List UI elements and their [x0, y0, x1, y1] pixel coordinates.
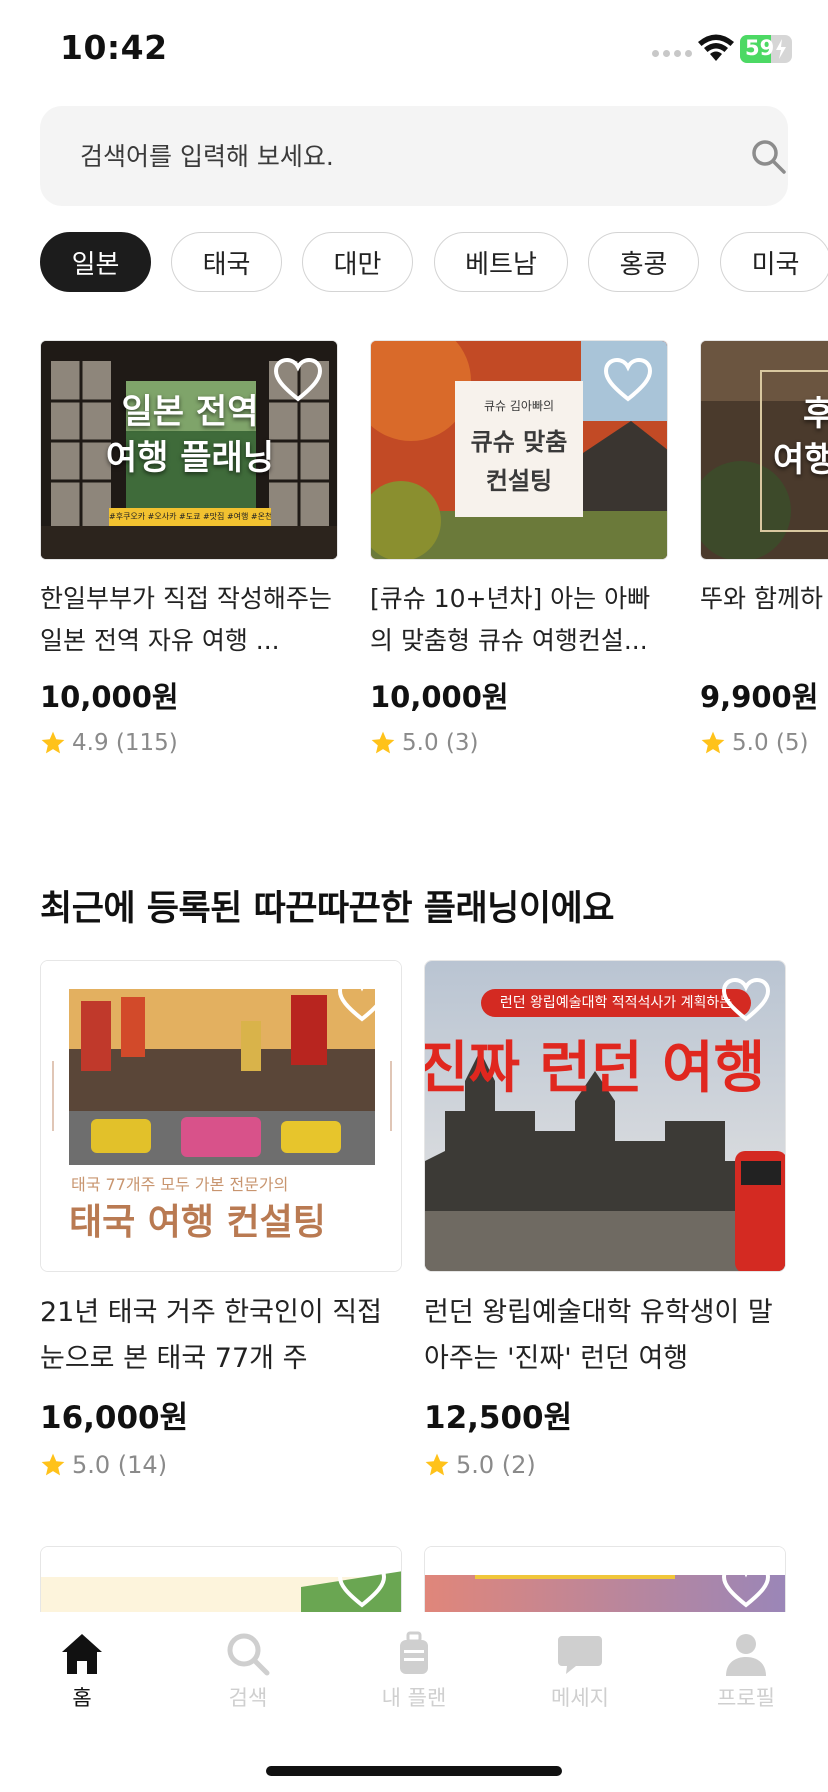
product-price: 10,000원: [370, 680, 509, 714]
thumbnail-title-line: 여행: [773, 440, 828, 480]
search-icon: [227, 1633, 270, 1676]
product-card[interactable]: [424, 1546, 786, 1616]
cellular-signal-icon: [652, 50, 692, 57]
product-price: 9,900원: [700, 680, 819, 714]
product-card[interactable]: 태국 77개주 모두 가본 전문가의 태국 여행 컨설팅 21년 태국 거주 한…: [40, 960, 402, 1479]
chip-taiwan[interactable]: 대만: [302, 232, 413, 292]
product-title: 뚜와 함께하 유여행 계획: [700, 584, 828, 613]
star-icon: [41, 731, 65, 754]
product-price: 12,500원: [424, 1400, 573, 1436]
tab-label: 프로필: [717, 1686, 775, 1710]
thumbnail-subtitle: 큐슈 김아빠의: [483, 399, 555, 413]
product-thumbnail: [40, 1546, 402, 1616]
tab-my-plan[interactable]: 내 플랜: [354, 1630, 474, 1720]
heart-icon[interactable]: [337, 977, 387, 1023]
search-icon[interactable]: [750, 138, 788, 176]
section-title: 최근에 등록된 따끈따끈한 플래닝이에요: [40, 889, 614, 929]
product-card[interactable]: 후 여행 뚜와 함께하 유여행 계획 9,900원 5.0 (5): [700, 340, 828, 756]
product-price: 16,000원: [40, 1400, 189, 1436]
product-thumbnail: 후 여행: [700, 340, 828, 560]
thumbnail-tags: #후쿠오카 #오사카 #도쿄 #맛집 #여행 #온천: [109, 508, 271, 526]
star-icon: [41, 1453, 65, 1476]
message-icon: [558, 1636, 602, 1674]
heart-icon[interactable]: [273, 357, 323, 403]
product-title: 21년 태국 거주 한국인이 직접 눈으로 본 태국 77개 주: [40, 1297, 382, 1374]
rating-value: 5.0 (5): [732, 730, 809, 756]
product-rating: 5.0 (14): [40, 1451, 402, 1479]
product-thumbnail: [424, 1546, 786, 1616]
rating-value: 5.0 (2): [456, 1451, 536, 1479]
product-title: 한일부부가 직접 작성해주는 일본 전역 자유 여행 ...: [40, 584, 332, 655]
product-rating: 5.0 (3): [370, 730, 668, 756]
product-thumbnail: 런던 왕립예술대학 적적석사가 계획하는 진짜 런던 여행: [424, 960, 786, 1272]
thumbnail-banner: 런던 왕립예술대학 적적석사가 계획하는: [481, 989, 751, 1017]
search-input[interactable]: [80, 106, 700, 206]
tab-messages[interactable]: 메세지: [520, 1630, 640, 1720]
thumbnail-title-line: 큐슈 맞춤: [470, 428, 568, 456]
product-title: 런던 왕립예술대학 유학생이 말아주는 '진짜' 런던 여행: [424, 1297, 773, 1374]
product-rating: 5.0 (5): [700, 730, 828, 756]
thumbnail-title-line: 후: [773, 391, 828, 437]
thumbnail-title-line: 여행 플래닝: [105, 438, 275, 478]
rating-value: 4.9 (115): [72, 730, 178, 756]
status-time: 10:42: [60, 28, 168, 67]
star-icon: [371, 731, 395, 754]
product-thumbnail: 일본 전역 여행 플래닝 #후쿠오카 #오사카 #도쿄 #맛집 #여행 #온천: [40, 340, 338, 560]
tab-label: 메세지: [551, 1686, 609, 1710]
rating-value: 5.0 (3): [402, 730, 479, 756]
status-bar: 10:42 59: [0, 0, 828, 100]
home-icon: [62, 1634, 102, 1674]
home-indicator: [266, 1766, 562, 1776]
product-rating: 4.9 (115): [40, 730, 338, 756]
heart-icon[interactable]: [721, 1563, 771, 1609]
chip-japan[interactable]: 일본: [40, 232, 151, 292]
tab-label: 검색: [228, 1686, 268, 1710]
bottom-tab-bar: 홈 검색 내 플랜 메세지 프로필: [0, 1612, 828, 1792]
thumbnail-subtitle: 태국 77개주 모두 가본 전문가의: [71, 1175, 289, 1194]
heart-icon[interactable]: [337, 1563, 387, 1609]
wifi-icon: [698, 34, 734, 61]
tab-label: 홈: [72, 1686, 92, 1710]
tab-home[interactable]: 홈: [22, 1630, 142, 1720]
thumbnail-title: 진짜 런던 여행: [424, 1036, 766, 1101]
luggage-icon: [400, 1631, 428, 1674]
heart-icon[interactable]: [721, 977, 771, 1023]
thumbnail-title-line: 컨설팅: [485, 467, 553, 495]
product-card[interactable]: [40, 1546, 402, 1616]
chip-thailand[interactable]: 태국: [171, 232, 282, 292]
thumbnail-title: 태국 여행 컨설팅: [69, 1202, 326, 1243]
star-icon: [425, 1453, 449, 1476]
featured-carousel[interactable]: 일본 전역 여행 플래닝 #후쿠오카 #오사카 #도쿄 #맛집 #여행 #온천 …: [0, 340, 828, 770]
product-title: [큐슈 10+년차] 아는 아빠의 맞춤형 큐슈 여행컨설...: [370, 584, 651, 655]
product-card[interactable]: 일본 전역 여행 플래닝 #후쿠오카 #오사카 #도쿄 #맛집 #여행 #온천 …: [40, 340, 338, 756]
battery-icon: 59: [740, 35, 792, 63]
tab-profile[interactable]: 프로필: [686, 1630, 806, 1720]
tab-label: 내 플랜: [381, 1686, 447, 1710]
star-icon: [701, 731, 725, 754]
product-card[interactable]: 런던 왕립예술대학 적적석사가 계획하는 진짜 런던 여행 런던 왕립예술대학 …: [424, 960, 786, 1479]
product-price: 10,000원: [40, 680, 179, 714]
product-card[interactable]: 큐슈 김아빠의 큐슈 맞춤 컨설팅 [큐슈 10+년차] 아는 아빠의 맞춤형 …: [370, 340, 668, 756]
heart-icon[interactable]: [603, 357, 653, 403]
chip-hongkong[interactable]: 홍콩: [588, 232, 699, 292]
category-chips: 일본 태국 대만 베트남 홍콩 미국: [40, 232, 828, 294]
chip-usa[interactable]: 미국: [720, 232, 828, 292]
product-rating: 5.0 (2): [424, 1451, 786, 1479]
product-thumbnail: 태국 77개주 모두 가본 전문가의 태국 여행 컨설팅: [40, 960, 402, 1272]
profile-icon: [726, 1634, 766, 1676]
search-bar[interactable]: [40, 106, 788, 206]
tab-search[interactable]: 검색: [188, 1630, 308, 1720]
battery-percent: 59: [745, 36, 775, 60]
rating-value: 5.0 (14): [72, 1451, 168, 1479]
product-thumbnail: 큐슈 김아빠의 큐슈 맞춤 컨설팅: [370, 340, 668, 560]
chip-vietnam[interactable]: 베트남: [434, 232, 568, 292]
